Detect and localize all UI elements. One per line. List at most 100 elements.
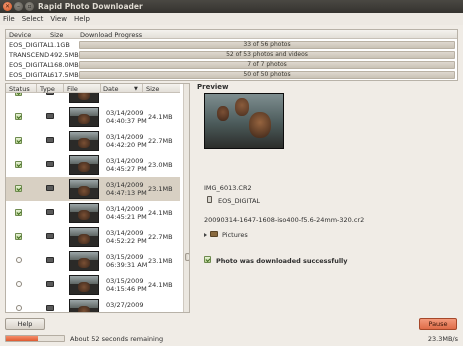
date-header[interactable]: Date <box>103 85 119 93</box>
downloaded-check-icon[interactable] <box>15 185 22 192</box>
device-size: 168.0MB <box>50 61 79 69</box>
file-time: 04:45:21 PM <box>106 213 147 221</box>
device-name: EOS_DIGITAL <box>9 61 52 69</box>
title-bar: ✕ – ▫ Rapid Photo Downloader <box>0 0 463 13</box>
file-time: 04:42:20 PM <box>106 141 147 149</box>
file-row[interactable]: 03/14/2009 04:52:22 PM 22.7MB <box>6 225 180 249</box>
close-icon[interactable]: ✕ <box>3 2 12 11</box>
file-size: 23.1MB <box>148 185 173 193</box>
file-date: 03/14/2009 <box>106 109 144 117</box>
downloaded-check-icon[interactable] <box>15 137 22 144</box>
file-row[interactable]: 03/14/2009 04:40:37 PM 24.1MB <box>6 105 180 129</box>
device-size: 617.5MB <box>50 71 79 79</box>
photo-type-icon <box>46 113 54 119</box>
file-size: 24.1MB <box>148 113 173 121</box>
column-divider <box>36 84 37 93</box>
downloaded-check-icon[interactable] <box>15 161 22 168</box>
photo-type-icon <box>46 185 54 191</box>
file-row[interactable]: 03/14/2009 04:47:13 PM 23.1MB <box>6 177 180 201</box>
device-row[interactable]: EOS_DIGITAL 1.1GB 33 of 56 photos <box>6 40 457 50</box>
help-button[interactable]: Help <box>5 318 45 330</box>
file-row[interactable]: 03/14/2009 04:42:20 PM 22.7MB <box>6 129 180 153</box>
file-datetime: 03/15/2009 04:15:46 PM <box>106 277 147 293</box>
status-header[interactable]: Status <box>9 85 30 93</box>
file-list-header: Status Type File Date ▼ Size <box>6 84 180 93</box>
file-row[interactable]: 03/14/2009 04:45:27 PM 23.0MB <box>6 153 180 177</box>
preview-device: EOS_DIGITAL <box>218 197 261 205</box>
expander-icon[interactable] <box>204 233 207 237</box>
file-date: 03/15/2009 <box>106 253 144 261</box>
photo-type-icon <box>46 137 54 143</box>
file-thumbnail <box>69 299 99 312</box>
preview-status-message: Photo was downloaded successfully <box>216 257 348 265</box>
file-size: 24.1MB <box>148 281 173 289</box>
pending-radio-icon[interactable] <box>16 281 22 287</box>
sort-arrow-icon[interactable]: ▼ <box>134 86 138 92</box>
file-datetime: 03/14/2009 04:42:20 PM <box>106 133 147 149</box>
file-datetime: 03/27/2009 <box>106 301 143 309</box>
file-row[interactable]: 04:28:47 PM <box>6 93 180 105</box>
device-name: EOS_DIGITAL <box>9 41 52 49</box>
file-size: 24.1MB <box>148 209 173 217</box>
file-thumbnail <box>69 275 99 295</box>
file-list-scrollbar[interactable] <box>183 84 189 312</box>
file-rows: 04:28:47 PM03/14/200904:40:37 PM24.1MB03… <box>6 93 180 312</box>
downloaded-check-icon[interactable] <box>15 93 22 96</box>
file-size: 23.1MB <box>148 257 173 265</box>
file-datetime: 03/14/2009 04:47:13 PM <box>106 181 147 197</box>
pending-radio-icon[interactable] <box>16 257 22 263</box>
file-date: 03/14/2009 <box>106 157 144 165</box>
device-progress-bar: 33 of 56 photos <box>79 41 455 49</box>
file-row[interactable]: 03/27/2009 <box>6 297 180 312</box>
file-size: 22.7MB <box>148 233 173 241</box>
size-header[interactable]: Size <box>146 85 159 93</box>
device-table: Device Size Download Progress EOS_DIGITA… <box>5 29 458 81</box>
device-size: 492.5MB <box>50 51 79 59</box>
time-remaining: About 52 seconds remaining <box>70 335 164 343</box>
file-date: 03/27/2009 <box>106 301 144 309</box>
menu-file[interactable]: File <box>3 15 15 23</box>
file-time: 04:45:27 PM <box>106 165 147 173</box>
minimize-icon[interactable]: – <box>14 2 23 11</box>
download-progress-fill <box>6 336 38 341</box>
file-thumbnail <box>69 203 99 223</box>
maximize-icon[interactable]: ▫ <box>25 2 34 11</box>
file-date: 03/14/2009 <box>106 133 144 141</box>
device-row[interactable]: EOS_DIGITAL 617.5MB 50 of 50 photos <box>6 70 457 80</box>
photo-type-icon <box>46 281 54 287</box>
photo-type-icon <box>46 305 54 311</box>
preview-new-name: 20090314-1647-1608-iso400-f5.6-24mm-320.… <box>204 216 365 224</box>
file-time: 04:15:46 PM <box>106 285 147 293</box>
device-row[interactable]: TRANSCEND 492.5MB 52 of 53 photos and vi… <box>6 50 457 60</box>
window-title: Rapid Photo Downloader <box>38 2 143 11</box>
type-header[interactable]: Type <box>40 85 55 93</box>
file-date: 03/14/2009 <box>106 205 144 213</box>
file-time: 06:39:31 AM <box>106 261 148 269</box>
device-name: EOS_DIGITAL <box>9 71 52 79</box>
menu-view[interactable]: View <box>50 15 67 23</box>
menu-help[interactable]: Help <box>74 15 90 23</box>
file-header[interactable]: File <box>67 85 78 93</box>
file-datetime: 03/15/2009 06:39:31 AM <box>106 253 147 269</box>
size-header[interactable]: Size <box>50 31 63 39</box>
photo-type-icon <box>46 257 54 263</box>
device-row[interactable]: EOS_DIGITAL 168.0MB 7 of 7 photos <box>6 60 457 70</box>
progress-header[interactable]: Download Progress <box>80 31 142 39</box>
device-name: TRANSCEND <box>9 51 50 59</box>
file-row[interactable]: 03/14/2009 04:45:21 PM 24.1MB <box>6 201 180 225</box>
device-progress-bar: 50 of 50 photos <box>79 71 455 79</box>
photo-type-icon <box>46 233 54 239</box>
pause-button[interactable]: Pause <box>419 318 457 330</box>
downloaded-check-icon[interactable] <box>15 209 22 216</box>
device-header[interactable]: Device <box>9 31 31 39</box>
file-row[interactable]: 03/15/2009 04:15:46 PM 24.1MB <box>6 273 180 297</box>
downloaded-check-icon[interactable] <box>15 113 22 120</box>
file-row[interactable]: 03/15/2009 06:39:31 AM 23.1MB <box>6 249 180 273</box>
scrollbar-thumb[interactable] <box>185 253 189 261</box>
preview-folder: Pictures <box>222 231 248 239</box>
pending-radio-icon[interactable] <box>16 305 22 311</box>
menu-select[interactable]: Select <box>22 15 44 23</box>
downloaded-check-icon[interactable] <box>15 233 22 240</box>
device-progress-bar: 52 of 53 photos and videos <box>79 51 455 59</box>
file-size: 23.0MB <box>148 161 173 169</box>
